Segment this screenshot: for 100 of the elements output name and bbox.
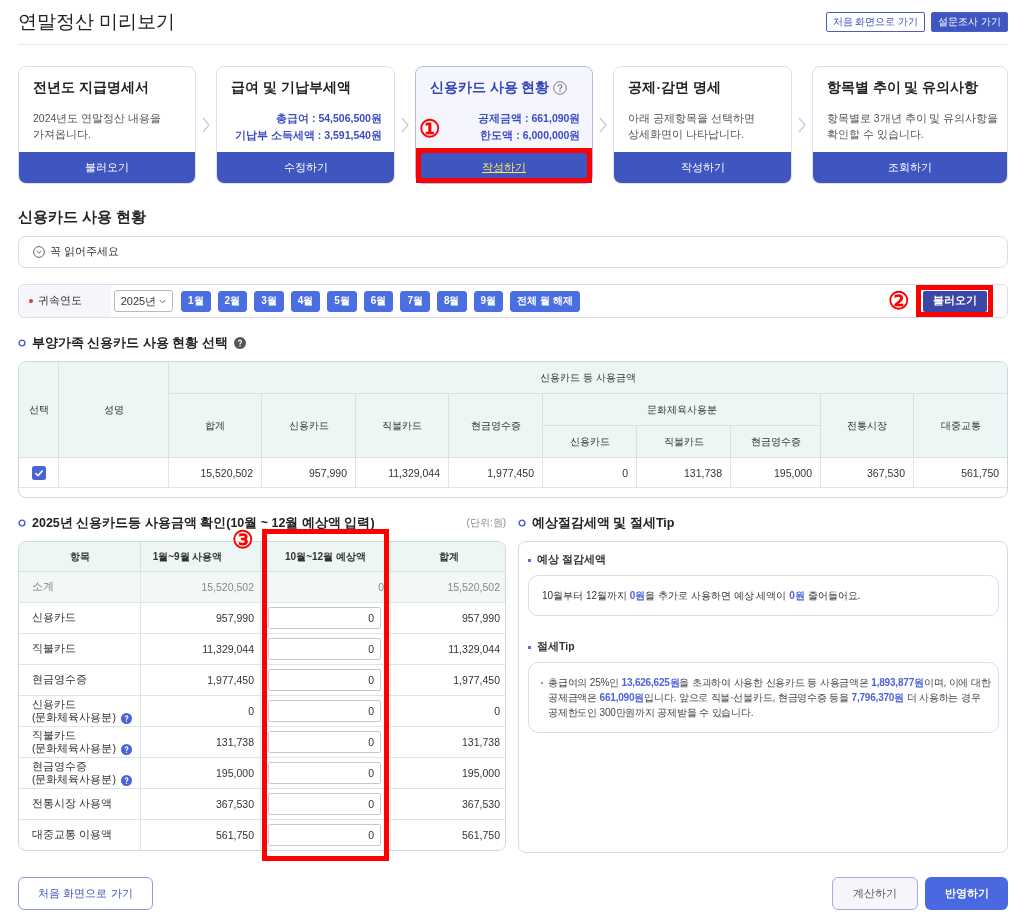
- amount-input[interactable]: 0: [268, 793, 381, 815]
- apply-button[interactable]: 반영하기: [925, 877, 1008, 910]
- callout-number: ①: [418, 117, 441, 141]
- step-description: 아래 공제항목을 선택하면 상세화면이 나타납니다.: [628, 111, 757, 142]
- table-cell: 367,530: [140, 788, 261, 820]
- step-button[interactable]: 작성하기: [614, 152, 791, 183]
- amount-input[interactable]: 0: [268, 824, 381, 846]
- section-title: 예상절감세액 및 절세Tip: [532, 514, 675, 532]
- page-title: 연말정산 미리보기: [18, 10, 176, 34]
- step-title: 전년도 지급명세서: [33, 79, 149, 97]
- amount-input[interactable]: 0: [268, 700, 381, 722]
- clear-months-button[interactable]: 전체 월 해제: [510, 290, 580, 312]
- step-title: 급여 및 기납부세액: [231, 79, 351, 97]
- amount-text: 총급여 : 54,506,500원: [276, 111, 382, 126]
- month-button[interactable]: 4월: [290, 290, 321, 312]
- month-button[interactable]: 9월: [473, 290, 504, 312]
- amount-input[interactable]: 0: [268, 669, 381, 691]
- step-button[interactable]: 조회하기: [812, 152, 1007, 183]
- table-cell: 131,738: [140, 726, 261, 758]
- chevron-right-icon: [599, 117, 608, 133]
- month-button[interactable]: 1월: [181, 290, 211, 312]
- step-button[interactable]: 수정하기: [217, 152, 394, 183]
- section-title: 신용카드 사용 현황: [18, 208, 148, 226]
- help-icon[interactable]: [120, 713, 132, 724]
- column-header: 현금영수증: [448, 393, 543, 458]
- row-label: 현금영수증: [32, 760, 88, 773]
- ring-bullet-icon: [18, 519, 26, 527]
- column-header: 신용카드 등 사용금액: [168, 362, 1007, 394]
- table-cell: 15,520,502: [168, 457, 262, 488]
- checkbox[interactable]: [31, 465, 46, 480]
- amount-text: 공제금액 : 661,090원: [478, 111, 581, 126]
- panel-heading: 절세Tip: [537, 640, 575, 654]
- month-button[interactable]: 2월: [217, 290, 248, 312]
- help-icon[interactable]: [120, 744, 132, 755]
- row-label: 직불카드: [32, 729, 77, 742]
- table-cell: 1,977,450: [140, 664, 261, 696]
- help-icon[interactable]: [233, 337, 246, 349]
- column-header: 신용카드: [542, 425, 637, 458]
- table-cell: 11,329,044: [140, 633, 261, 665]
- step-button[interactable]: 불러오기: [19, 152, 196, 183]
- ring-bullet-icon: [18, 339, 26, 347]
- column-header: 항목: [19, 542, 141, 572]
- table-cell: 367,530: [820, 457, 914, 488]
- month-button[interactable]: 6월: [363, 290, 394, 312]
- table-cell: 현금영수증: [19, 664, 141, 696]
- table-cell: 직불카드: [19, 633, 141, 665]
- column-header: 성명: [58, 362, 169, 458]
- amount-input[interactable]: 0: [268, 762, 381, 784]
- amount-input[interactable]: 0: [268, 607, 381, 629]
- caret-icon: [159, 298, 167, 304]
- table-cell: 957,990: [140, 602, 261, 634]
- month-button[interactable]: 5월: [327, 290, 357, 312]
- table-cell: 15,520,502: [140, 571, 261, 603]
- table-cell: 전통시장 사용액: [19, 788, 141, 820]
- section-title: 부양가족 신용카드 사용 현황 선택: [32, 334, 228, 352]
- help-icon[interactable]: [553, 81, 568, 95]
- column-header: 합계: [168, 393, 262, 458]
- tip-text: 총급여의 25%인 13,626,625원을 초과하여 사용한 신용카드 등 사용금액은 1,893,877원이며, 이에 대한 공제금액은 661,090원입니다. 앞으로 직불·선불카드, 현금영수증 등을 7,796,370원 더 사용하는 경우 공제한도인 300만원까지 공제받을 수 있습니다.: [548, 676, 992, 720]
- month-button[interactable]: 8월: [436, 290, 467, 312]
- column-header: 선택: [19, 362, 59, 458]
- bullet-icon: [528, 558, 531, 562]
- amount-text: 기납부 소득세액 : 3,591,540원: [234, 128, 382, 143]
- header-button[interactable]: 처음 화면으로 가기: [825, 12, 926, 32]
- table-cell: 195,000: [730, 457, 821, 488]
- estimate-text: 10월부터 12월까지 0원을 추가로 사용하면 예상 세액이 0원 줄어들어요.: [542, 589, 861, 603]
- home-button[interactable]: 처음 화면으로 가기: [18, 877, 153, 910]
- bullet-icon: [528, 645, 531, 649]
- load-button[interactable]: 불러오기: [923, 290, 987, 312]
- month-button[interactable]: 7월: [400, 290, 430, 312]
- row-note: (문화체육사용분): [32, 742, 116, 755]
- ring-bullet-icon: [518, 519, 526, 527]
- row-label: 신용카드: [32, 698, 77, 711]
- year-dropdown[interactable]: 2025년: [114, 290, 173, 312]
- table-cell: 0: [542, 457, 637, 488]
- step-title: 공제·감면 명세: [628, 79, 721, 97]
- column-header: 신용카드: [261, 393, 356, 458]
- table-cell: 1,977,450: [448, 457, 543, 488]
- calculate-button[interactable]: 계산하기: [832, 877, 918, 910]
- table-cell: 195,000: [140, 757, 261, 789]
- header-button[interactable]: 설문조사 가기: [931, 12, 1008, 32]
- chevron-right-icon: [202, 117, 211, 133]
- callout-number: ②: [888, 289, 910, 313]
- notice-label: 꼭 읽어주세요: [50, 245, 119, 259]
- column-header: 직불카드: [355, 393, 449, 458]
- amount-input[interactable]: 0: [268, 731, 381, 753]
- table-cell: 0: [140, 695, 261, 727]
- section-title: 2025년 신용카드등 사용금액 확인(10월 ~ 12월 예상액 입력): [32, 514, 375, 530]
- step-description: 항목별로 3개년 추이 및 유의사항을 확인할 수 있습니다.: [826, 111, 999, 142]
- chevron-down-circle-icon: [33, 246, 45, 258]
- column-header: 전통시장: [820, 393, 914, 458]
- step-description: 2024년도 연말정산 내용을 가져옵니다.: [33, 111, 163, 142]
- table-cell: 11,329,044: [355, 457, 449, 488]
- notice-bar[interactable]: 꼭 읽어주세요: [18, 236, 1008, 268]
- month-button[interactable]: 3월: [254, 290, 284, 312]
- table-cell: 소계: [19, 571, 141, 603]
- column-header: 직불카드: [636, 425, 731, 458]
- amount-input[interactable]: 0: [268, 638, 381, 660]
- row-note: (문화체육사용분): [32, 773, 116, 786]
- help-icon[interactable]: [120, 775, 132, 786]
- table-cell: 신용카드: [19, 602, 141, 634]
